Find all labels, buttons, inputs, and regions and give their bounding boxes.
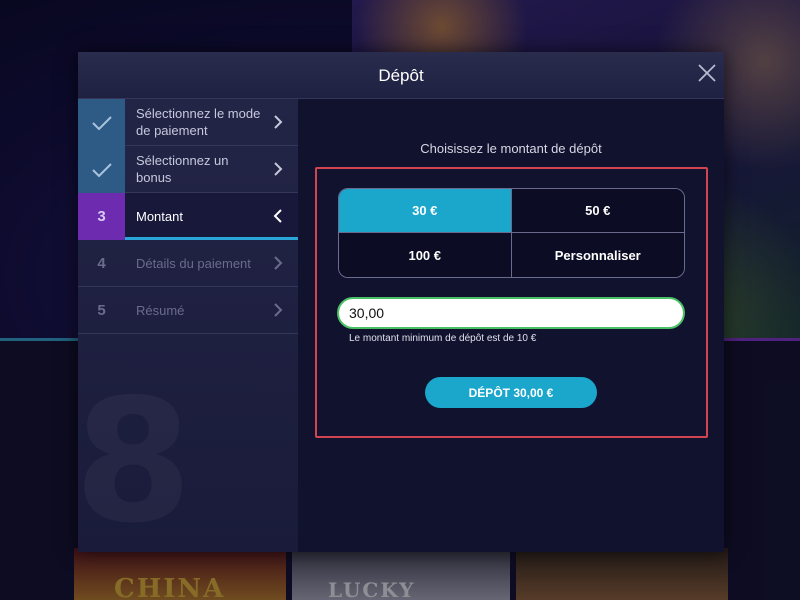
step-number: 3 — [78, 193, 125, 240]
chevron-right-icon — [274, 115, 283, 129]
amount-option-custom[interactable]: Personnaliser — [511, 233, 684, 277]
step-label: Détails du paiement — [136, 255, 251, 271]
amount-option-100[interactable]: 100 € — [339, 233, 512, 277]
step-payment-details[interactable]: 4 Détails du paiement — [78, 240, 298, 287]
step-summary[interactable]: 5 Résumé — [78, 287, 298, 334]
amount-prompt: Choisissez le montant de dépôt — [420, 141, 602, 156]
step-number: 5 — [97, 302, 106, 319]
step-label: Résumé — [136, 302, 185, 318]
steps-sidebar: 8 Sélectionnez le mode de paiement Sélec… — [78, 99, 298, 552]
amount-options: 30 € 50 € 100 € Personnaliser — [338, 188, 685, 278]
chevron-right-icon — [274, 303, 283, 317]
step-amount[interactable]: 3 Montant — [78, 193, 298, 240]
step-number: 4 — [97, 255, 106, 272]
step-bonus[interactable]: Sélectionnez un bonus — [78, 146, 298, 193]
step-payment-method[interactable]: Sélectionnez le mode de paiement — [78, 99, 298, 146]
amount-option-30[interactable]: 30 € — [339, 189, 512, 233]
chevron-left-icon — [273, 209, 282, 223]
amount-option-50[interactable]: 50 € — [511, 189, 684, 233]
amount-input[interactable] — [337, 297, 685, 329]
step-badge — [78, 99, 125, 146]
checkmark-icon — [91, 115, 112, 130]
chevron-right-icon — [274, 256, 283, 270]
close-icon — [698, 64, 716, 82]
checkmark-icon — [91, 162, 112, 177]
step-badge — [78, 146, 125, 193]
minimum-deposit-hint: Le montant minimum de dépôt est de 10 € — [349, 333, 537, 344]
amount-panel: Choisissez le montant de dépôt 30 € 50 €… — [298, 99, 724, 552]
close-button[interactable] — [696, 62, 718, 84]
watermark-number: 8 — [78, 377, 214, 547]
modal-header: Dépôt — [78, 52, 724, 99]
modal-title: Dépôt — [378, 66, 424, 85]
step-label: Sélectionnez un bonus — [136, 153, 229, 185]
step-label: Montant — [136, 208, 183, 224]
chevron-right-icon — [274, 162, 283, 176]
deposit-modal: Dépôt 8 Sélectionnez le mode de paiement — [78, 52, 724, 552]
deposit-button[interactable]: DÉPÔT 30,00 € — [425, 377, 597, 408]
step-label: Sélectionnez le mode de paiement — [136, 106, 261, 138]
